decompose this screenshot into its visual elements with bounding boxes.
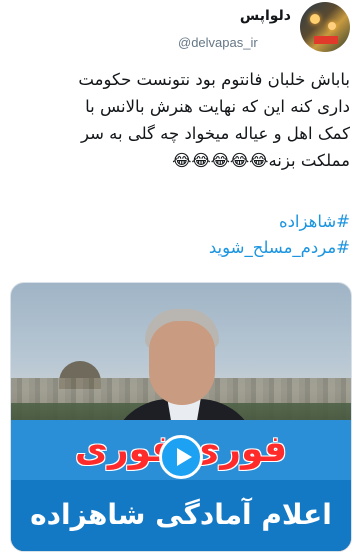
- tweet-text: باباش خلبان فانتوم بود نتونست حکومت داری…: [10, 66, 350, 174]
- video-subtitle: اعلام آمادگی شاهزاده: [30, 498, 332, 531]
- hashtag-link[interactable]: #شاهزاده: [10, 209, 350, 235]
- video-media[interactable]: فوری فوری اعلام آمادگی شاهزاده: [10, 282, 352, 552]
- play-button[interactable]: [159, 435, 203, 479]
- play-icon: [177, 448, 192, 466]
- tweet-line: مملکت بزنه😂😂😂😂😂: [172, 151, 350, 170]
- hashtag-list: #شاهزاده #مردم_مسلح_شوید: [10, 209, 350, 261]
- avatar[interactable]: [300, 2, 350, 52]
- tweet-header: دلواپس @delvapas_ir: [0, 0, 360, 62]
- hashtag-link[interactable]: #مردم_مسلح_شوید: [10, 235, 350, 261]
- tweet-line: کمک اهل و عیاله میخواد چه گلی به سر: [80, 124, 350, 143]
- tweet-line: باباش خلبان فانتوم بود نتونست حکومت: [78, 70, 350, 89]
- author-handle[interactable]: @delvapas_ir: [178, 35, 258, 50]
- tweet-line: داری کنه این که نهایت هنرش بالانس با: [85, 97, 350, 116]
- author-display-name[interactable]: دلواپس: [240, 8, 291, 24]
